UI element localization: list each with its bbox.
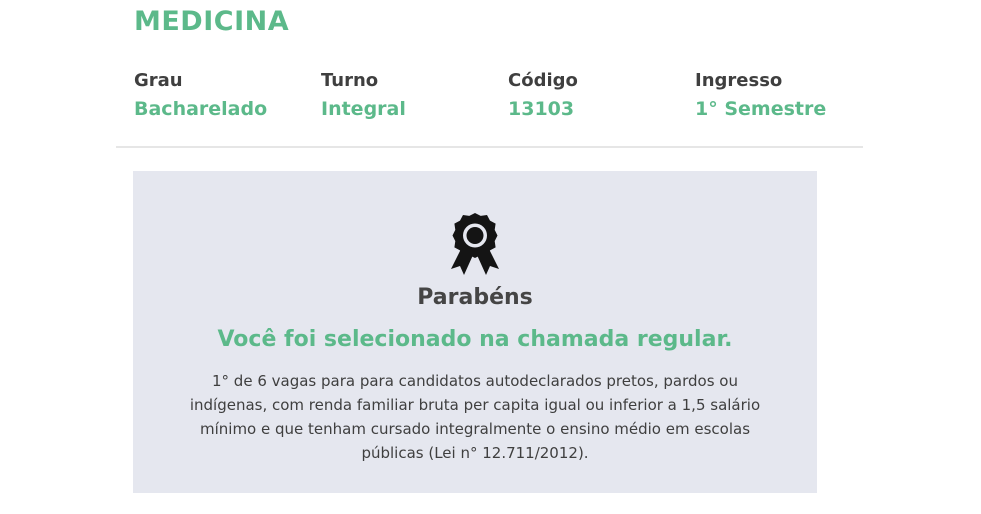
congrats-heading: Parabéns <box>417 285 533 310</box>
result-card: Parabéns Você foi selecionado na chamada… <box>133 171 817 493</box>
info-value: 1° Semestre <box>695 98 827 120</box>
info-value: 13103 <box>508 98 575 120</box>
info-codigo: Código 13103 <box>508 68 688 124</box>
divider <box>116 146 863 148</box>
selection-description: 1° de 6 vagas para para candidatos autod… <box>189 372 761 462</box>
info-label: Código <box>508 70 578 91</box>
award-ribbon-icon <box>451 213 499 275</box>
info-turno: Turno Integral <box>321 68 501 124</box>
info-label: Ingresso <box>695 70 783 91</box>
info-label: Grau <box>134 70 183 91</box>
info-label: Turno <box>321 70 379 91</box>
info-value: Integral <box>321 98 406 120</box>
course-title: MEDICINA <box>134 6 290 37</box>
info-grau: Grau Bacharelado <box>134 68 314 124</box>
selection-status: Você foi selecionado na chamada regular. <box>217 327 733 352</box>
info-value: Bacharelado <box>134 98 268 120</box>
info-ingresso: Ingresso 1° Semestre <box>695 68 875 124</box>
